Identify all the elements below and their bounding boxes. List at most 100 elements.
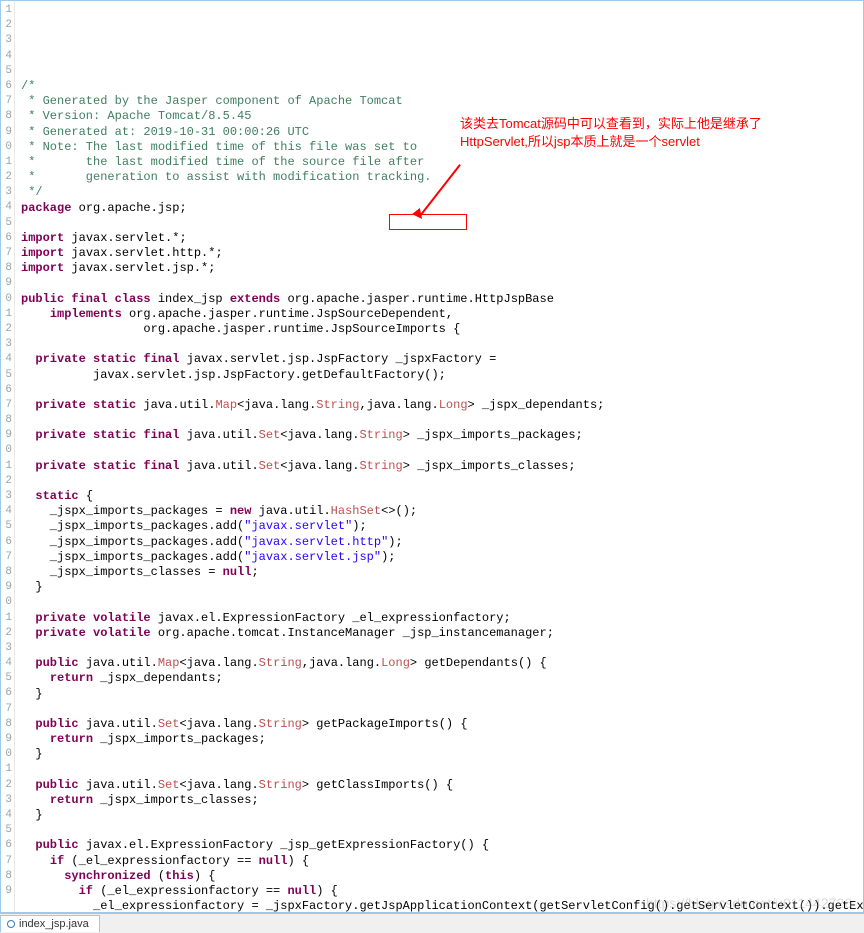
annotation-text: 该类去Tomcat源码中可以查看到，实际上他是继承了 HttpServlet,所… (460, 115, 762, 151)
line-number: 7 (1, 550, 12, 565)
line-number: 1 (1, 155, 12, 170)
code-line: * Generated by the Jasper component of A… (21, 94, 863, 109)
code-line: private static final javax.servlet.jsp.J… (21, 352, 863, 367)
line-number: 6 (1, 231, 12, 246)
code-line: org.apache.jasper.runtime.JspSourceImpor… (21, 322, 863, 337)
line-number: 5 (1, 671, 12, 686)
line-number: 1 (1, 459, 12, 474)
line-number: 9 (1, 580, 12, 595)
code-line: import javax.servlet.jsp.*; (21, 261, 863, 276)
annotation-line2: HttpServlet,所以jsp本质上就是一个servlet (460, 133, 762, 151)
code-line (21, 702, 863, 717)
line-number: 5 (1, 216, 12, 231)
line-number: 6 (1, 79, 12, 94)
code-line: } (21, 580, 863, 595)
line-number: 2 (1, 626, 12, 641)
line-number: 9 (1, 428, 12, 443)
code-line: javax.servlet.jsp.JspFactory.getDefaultF… (21, 368, 863, 383)
line-number: 4 (1, 656, 12, 671)
line-number: 6 (1, 838, 12, 853)
line-number: 2 (1, 322, 12, 337)
line-number: 2 (1, 170, 12, 185)
line-number: 5 (1, 823, 12, 838)
line-number: 3 (1, 337, 12, 352)
line-number: 8 (1, 565, 12, 580)
highlight-httpjspbase (389, 214, 467, 230)
line-number: 4 (1, 352, 12, 367)
line-number: 1 (1, 762, 12, 777)
line-number: 0 (1, 595, 12, 610)
line-number: 2 (1, 474, 12, 489)
code-line: private volatile org.apache.tomcat.Insta… (21, 626, 863, 641)
code-line: return _jspx_imports_packages; (21, 732, 863, 747)
code-line: _jspx_imports_packages.add("javax.servle… (21, 550, 863, 565)
line-number: 6 (1, 535, 12, 550)
code-line: if (_el_expressionfactory == null) { (21, 854, 863, 869)
code-line: } (21, 808, 863, 823)
code-line: import javax.servlet.*; (21, 231, 863, 246)
code-line (21, 337, 863, 352)
line-number: 5 (1, 519, 12, 534)
code-line: * the last modified time of the source f… (21, 155, 863, 170)
line-number: 0 (1, 292, 12, 307)
line-number: 7 (1, 702, 12, 717)
code-line: private volatile javax.el.ExpressionFact… (21, 611, 863, 626)
line-number: 6 (1, 383, 12, 398)
line-number: 8 (1, 261, 12, 276)
code-line: import javax.servlet.http.*; (21, 246, 863, 261)
tab-bar: index_jsp.java (0, 913, 864, 933)
code-line: _jspx_imports_packages = new java.util.H… (21, 504, 863, 519)
code-line (21, 444, 863, 459)
code-line: _jspx_imports_classes = null; (21, 565, 863, 580)
code-line (21, 383, 863, 398)
line-number: 4 (1, 200, 12, 215)
tab-label: index_jsp.java (19, 918, 89, 930)
code-line: /* (21, 79, 863, 94)
code-line: private static java.util.Map<java.lang.S… (21, 398, 863, 413)
line-number: 7 (1, 246, 12, 261)
line-number: 3 (1, 641, 12, 656)
code-line: public final class index_jsp extends org… (21, 292, 863, 307)
line-number: 9 (1, 884, 12, 899)
line-number: 4 (1, 504, 12, 519)
code-line (21, 641, 863, 656)
line-number: 5 (1, 368, 12, 383)
line-number: 2 (1, 18, 12, 33)
line-number: 4 (1, 49, 12, 64)
line-number: 3 (1, 185, 12, 200)
line-number: 3 (1, 33, 12, 48)
line-number: 9 (1, 125, 12, 140)
line-number: 4 (1, 808, 12, 823)
code-line: public java.util.Set<java.lang.String> g… (21, 717, 863, 732)
line-number: 1 (1, 307, 12, 322)
line-number: 0 (1, 443, 12, 458)
code-line: private static final java.util.Set<java.… (21, 428, 863, 443)
code-line: _jspx_imports_packages.add("javax.servle… (21, 519, 863, 534)
code-line: synchronized (this) { (21, 869, 863, 884)
code-line (21, 823, 863, 838)
line-number: 5 (1, 64, 12, 79)
tab-index-jsp-java[interactable]: index_jsp.java (0, 915, 100, 932)
watermark: https://blog.csdn.net/u011442726 (646, 895, 852, 911)
annotation-line1: 该类去Tomcat源码中可以查看到，实际上他是继承了 (460, 115, 762, 133)
java-file-icon (7, 920, 15, 928)
line-number: 7 (1, 398, 12, 413)
line-number: 8 (1, 413, 12, 428)
code-line: implements org.apache.jasper.runtime.Jsp… (21, 307, 863, 322)
code-line (21, 276, 863, 291)
code-line: private static final java.util.Set<java.… (21, 459, 863, 474)
line-gutter: 1234567890123456789012345678901234567890… (1, 1, 15, 912)
line-number: 9 (1, 276, 12, 291)
line-number: 3 (1, 489, 12, 504)
line-number: 8 (1, 109, 12, 124)
line-number: 8 (1, 717, 12, 732)
code-line: public javax.el.ExpressionFactory _jsp_g… (21, 838, 863, 853)
line-number: 1 (1, 3, 12, 18)
line-number: 2 (1, 778, 12, 793)
code-line: public java.util.Map<java.lang.String,ja… (21, 656, 863, 671)
line-number: 7 (1, 854, 12, 869)
line-number: 3 (1, 793, 12, 808)
line-number: 1 (1, 611, 12, 626)
code-line (21, 413, 863, 428)
code-line (21, 595, 863, 610)
